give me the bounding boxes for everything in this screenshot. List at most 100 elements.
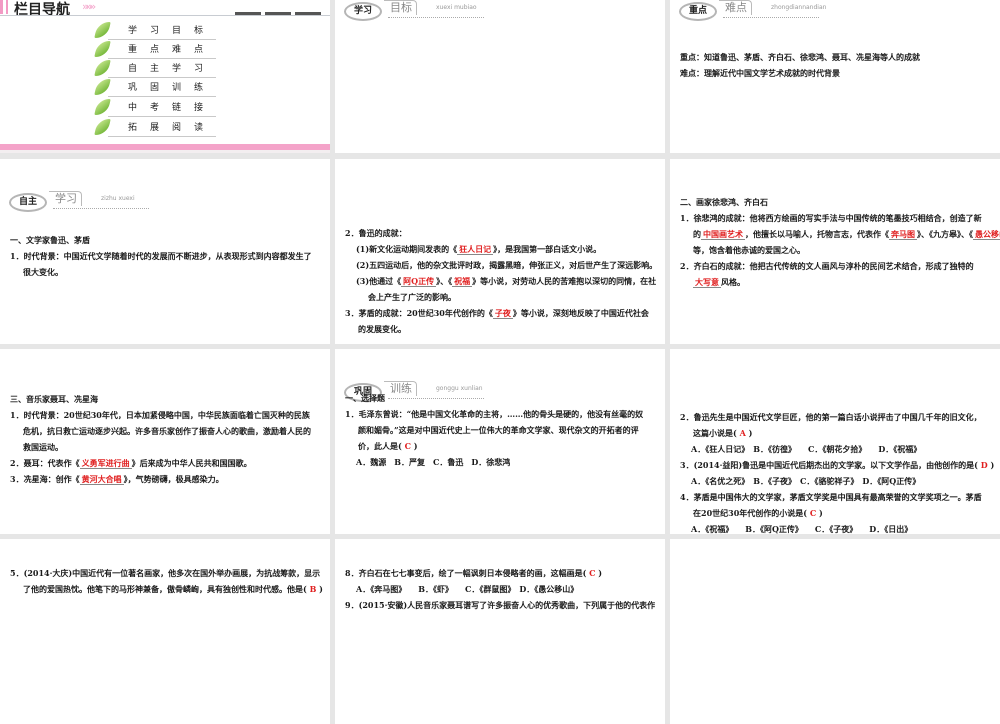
divider [0, 15, 330, 16]
chevrons-icon: »»» [82, 0, 96, 13]
text-line: 1．毛泽东曾说：“他是中国文化革命的主将，……他的骨头是硬的，他没有丝毫的奴 [345, 406, 661, 422]
slide-thumbnail-nav[interactable]: 栏目导航 »»» 学习目标 重点难点 自主学习 巩固训练 中考链接 拓展阅读 [0, 0, 330, 153]
text: (2)五四运动后，他的杂文批评时政，揭露黑暗，伸张正义，对后世产生了深远影响。 [356, 260, 658, 270]
text: 2．鲁迅先生是中国近代文学巨匠，他的第一篇白话小说抨击了中国几千年的旧文化， [680, 412, 982, 422]
text-line: 危机，抗日救亡运动逐步兴起。许多音乐家创作了振奋人心的歌曲，激励着人民的 [10, 423, 326, 439]
text: (1)新文化运动期间发表的《 [356, 244, 458, 254]
text-line: 这篇小说是( A ) [680, 425, 996, 441]
nav-item-label: 巩固训练 [128, 83, 217, 93]
text-line: 2．聂耳：代表作《 义勇军进行曲 》后来成为中华人民共和国国歌。 [10, 455, 326, 471]
text: 在20世纪30年代创作的小说是( [693, 508, 810, 518]
leaf-icon [94, 41, 111, 57]
text-line: 2．鲁迅的成就： [345, 225, 661, 241]
section-pinyin: xuexi mubiao [436, 4, 477, 11]
text: 2．鲁迅的成就： [345, 228, 407, 238]
leaf-icon [94, 99, 111, 115]
nav-item[interactable]: 重点难点 [94, 41, 217, 59]
text-line: 等，饱含着他赤诚的爱国之心。 [680, 242, 996, 258]
text-line: A．魏源 B．严复 C．鲁迅 D．徐悲鸿 [345, 454, 661, 470]
answer-blank: 祝福 [452, 276, 473, 287]
text: 2．聂耳：代表作《 [10, 458, 80, 468]
text-line: 很大变化。 [10, 264, 326, 280]
slide-body: 5．(2014·大庆)中国近代有一位著名画家，他多次在国外举办画展，为抗战筹款，… [10, 565, 326, 597]
nav-item[interactable]: 拓展阅读 [94, 119, 217, 137]
text-line: A．《狂人日记》 B．《彷徨》 C．《朝花夕拾》 D．《祝福》 [680, 441, 996, 457]
slide-thumbnail[interactable]: 5．(2014·大庆)中国近代有一位著名画家，他多次在国外举办画展，为抗战筹款，… [0, 539, 330, 724]
nav-item-label: 学习目标 [128, 26, 217, 36]
slide-thumbnail[interactable]: 8．齐白石在七七事变后，绘了一幅讽刺日本侵略者的画，这幅画是( C ) A．《奔马… [335, 539, 665, 724]
slide-thumbnail[interactable]: 目标学习xuexi mubiao知道鲁迅、茅盾、齐白石、徐悲鸿、聂耳、冼星海等人… [335, 0, 665, 153]
divider [108, 136, 216, 137]
slide-thumbnail[interactable]: 二、画家徐悲鸿、齐白石 1．徐悲鸿的成就：他将西方绘画的写实手法与中国传统的笔墨技… [670, 159, 1000, 344]
divider [53, 208, 149, 209]
divider [108, 58, 216, 59]
slide-body: 重点：知道鲁迅、茅盾、齐白石、徐悲鸿、聂耳、冼星海等人的成就 难点：理解近代中国文… [680, 49, 996, 81]
text-line: 价，此人是( C ) [345, 438, 661, 454]
text: 4．茅盾是中国伟大的文学家，茅盾文学奖是中国具有最高荣誉的文学奖项之一。茅盾 [680, 492, 982, 502]
text-line: 了他的爱国热忱。他笔下的马形神兼备，傲骨嶙峋，具有独创性和时代感。他是( B ) [10, 581, 326, 597]
text: A．《祝福》 B．《阿Q正传》 C．《子夜》 D．《日出》 [691, 524, 913, 534]
text-line: A．《祝福》 B．《阿Q正传》 C．《子夜》 D．《日出》 [680, 521, 996, 534]
nav-item-label: 拓展阅读 [128, 123, 217, 133]
text: 风格。 [721, 277, 745, 287]
answer-blank: 黄河大合唱 [79, 474, 124, 485]
nav-item-label: 重点难点 [128, 45, 217, 55]
text-line: 1．时代背景：中国近代文学随着时代的发展而不断进步，从表现形式到内容都发生了 [10, 248, 326, 264]
slide-body: 8．齐白石在七七事变后，绘了一幅讽刺日本侵略者的画，这幅画是( C ) A．《奔马… [345, 565, 661, 613]
section-pinyin: zhongdiannandian [771, 4, 827, 11]
divider [108, 39, 216, 40]
slide-thumbnail[interactable]: 难点 重点 zhongdiannandian 重点：知道鲁迅、茅盾、齐白石、徐悲鸿、聂… [670, 0, 1000, 153]
answer-blank: 狂人日记 [457, 244, 494, 255]
decor-bar [295, 12, 321, 15]
text: 危机，抗日救亡运动逐步兴起。许多音乐家创作了振奋人心的歌曲，激励着人民的 [23, 426, 311, 436]
text: ) [987, 460, 995, 470]
nav-item[interactable]: 学习目标 [94, 22, 217, 40]
text-line: 2．鲁迅先生是中国近代文学巨匠，他的第一篇白话小说抨击了中国几千年的旧文化， [680, 409, 996, 425]
section-badge: 学习 [344, 2, 382, 21]
slide-thumbnail[interactable]: 2．鲁迅先生是中国近代文学巨匠，他的第一篇白话小说抨击了中国几千年的旧文化， 这篇… [670, 349, 1000, 534]
leaf-icon [94, 79, 111, 95]
answer-blank: 奔马图 [889, 229, 917, 240]
text: 1．时代背景：中国近代文学随着时代的发展而不断进步，从表现形式到内容都发生了 [10, 251, 312, 261]
section-header: 目标 学习 xuexi mubiao [344, 0, 544, 22]
nav-item[interactable]: 巩固训练 [94, 79, 217, 97]
section-title: 目标 [384, 0, 417, 15]
text: 1．时代背景：20世纪30年代，日本加紧侵略中国，中华民族面临着亡国灭种的民族 [10, 410, 310, 420]
text-line: A．《名优之死》 B．《子夜》 C．《骆驼祥子》 D．《阿Q正传》 [680, 473, 996, 489]
section-heading: 三、音乐家聂耳、冼星海 [10, 391, 326, 407]
text-line: 颜和媚骨。”这是对中国近代史上一位伟大的革命文学家、现代杂文的开拓者的评 [345, 422, 661, 438]
text-line: 的中国画艺术，他擅长以马喻人，托物言志，代表作《奔马图》、《九方皋》、《愚公移山… [680, 226, 1000, 242]
nav-item[interactable]: 自主学习 [94, 60, 216, 78]
text: ，他擅长以马喻人，托物言志，代表作《 [745, 229, 889, 239]
text: 一、选择题 [345, 393, 385, 403]
slide-thumbnail[interactable]: 2．鲁迅的成就： (1)新文化运动期间发表的《 狂人日记 》，是我国第一部白话文小说。… [335, 159, 665, 344]
slide-thumbnail[interactable] [670, 539, 1000, 724]
text: 》、《 [436, 276, 453, 286]
divider [388, 17, 484, 18]
answer-blank: 阿Q正传 [401, 276, 437, 287]
text: ) [816, 508, 823, 518]
divider [108, 77, 216, 78]
text-line: (1)新文化运动期间发表的《 狂人日记 》，是我国第一部白话文小说。 [345, 241, 661, 257]
leaf-icon [94, 119, 111, 135]
text: ) [410, 441, 418, 451]
text-line: 3．茅盾的成就：20世纪30年代创作的《 子夜 》等小说，深刻地反映了中国近代社会 [345, 305, 661, 321]
nav-item[interactable]: 中考链接 [94, 99, 216, 117]
text: 的发展变化。 [358, 324, 406, 334]
text: 了他的爱国热忱。他笔下的马形神兼备，傲骨嶙峋，具有独创性和时代感。他是( [23, 584, 310, 594]
text: ) [745, 428, 753, 438]
text-line: 1．时代背景：20世纪30年代，日本加紧侵略中国，中华民族面临着亡国灭种的民族 [10, 407, 326, 423]
text-line: 难点：理解近代中国文学艺术成就的时代背景 [680, 65, 996, 81]
text: 的 [693, 229, 701, 239]
text: 一、文学家鲁迅、茅盾 [10, 235, 90, 245]
text: 1．毛泽东曾说：“他是中国文化革命的主将，……他的骨头是硬的，他没有丝毫的奴 [345, 409, 644, 419]
slide-thumbnail[interactable]: 学习 自主 zizhu xuexi 一、文学家鲁迅、茅盾 1．时代背景：中国近代文学随着… [0, 159, 330, 344]
text: 》等小说，深刻地反映了中国近代社会 [512, 308, 649, 318]
slide-thumbnail[interactable]: 三、音乐家聂耳、冼星海 1．时代背景：20世纪30年代，日本加紧侵略中国，中华民族… [0, 349, 330, 534]
divider [108, 116, 216, 117]
slide-body: 二、画家徐悲鸿、齐白石 1．徐悲鸿的成就：他将西方绘画的写实手法与中国传统的笔墨技… [680, 194, 1000, 290]
divider [723, 17, 819, 18]
slide-thumbnail[interactable]: 训练 巩固 gonggu xunlian 一、选择题 1．毛泽东曾说：“他是中国文化革命… [335, 349, 665, 534]
section-title: 学习 [49, 191, 82, 206]
text: 很大变化。 [23, 267, 63, 277]
